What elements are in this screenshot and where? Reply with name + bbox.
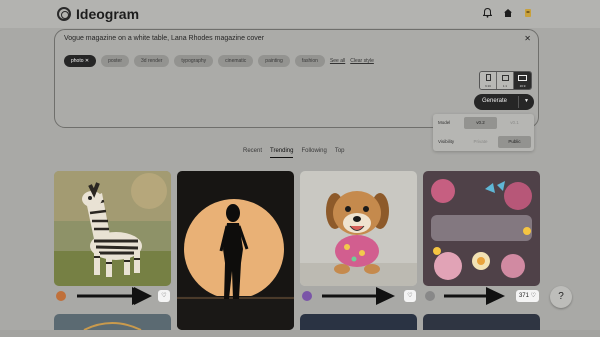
- tab-recent[interactable]: Recent: [243, 148, 262, 158]
- clear-style-link[interactable]: Clear style: [350, 55, 374, 67]
- visibility-public[interactable]: Public: [498, 136, 531, 148]
- tag-3d-render[interactable]: 3d render: [134, 55, 170, 67]
- chevron-down-icon[interactable]: ▼: [524, 98, 529, 104]
- corina-image: [423, 171, 540, 286]
- generation-settings-popup: Model v0.2 v0.1 Visibility Private Publi…: [433, 114, 534, 151]
- aspect-9-16-button[interactable]: 9:16: [480, 72, 497, 89]
- help-button[interactable]: ?: [550, 286, 572, 308]
- tab-top[interactable]: Top: [335, 148, 345, 158]
- aspect-ratio-selector: 9:16 1:1 16:9: [479, 71, 532, 90]
- clear-prompt-icon[interactable]: ✕: [524, 34, 531, 43]
- logo[interactable]: Ideogram: [57, 6, 139, 22]
- tab-trending[interactable]: Trending: [270, 148, 294, 158]
- visibility-private[interactable]: Private: [464, 136, 497, 148]
- tag-cinematic[interactable]: cinematic: [218, 55, 254, 67]
- model-option-v01[interactable]: v0.1: [498, 117, 531, 129]
- tag-typography[interactable]: typography: [174, 55, 214, 67]
- prompt-input[interactable]: Vogue magazine on a white table, Lana Rh…: [64, 35, 264, 42]
- aspect-16-9-button[interactable]: 16:9: [514, 72, 531, 89]
- feed-tabs: Recent Trending Following Top: [243, 148, 345, 158]
- zebra-image: [54, 171, 171, 286]
- tag-poster[interactable]: poster: [101, 55, 130, 67]
- bell-icon[interactable]: [482, 7, 493, 21]
- aspect-1-1-button[interactable]: 1:1: [497, 72, 514, 89]
- avatar[interactable]: [302, 291, 312, 301]
- model-option-v02[interactable]: v0.2: [464, 117, 497, 129]
- card-footer-corina: 371 ♡: [423, 288, 540, 304]
- style-tags: photo ✕ poster 3d render typography cine…: [64, 55, 374, 67]
- user-icon[interactable]: [524, 8, 532, 21]
- tab-following[interactable]: Following: [301, 148, 326, 158]
- tag-fashion[interactable]: fashion: [294, 55, 325, 67]
- generate-button[interactable]: Generate ▼: [474, 94, 534, 110]
- gallery-card-next[interactable]: [423, 314, 540, 330]
- heart-icon[interactable]: ♡: [158, 290, 170, 302]
- gallery-card-corina[interactable]: [423, 171, 540, 286]
- bottom-strip: [0, 330, 600, 337]
- silhouette-image: [177, 171, 294, 330]
- tag-photo[interactable]: photo ✕: [64, 55, 97, 67]
- visibility-label: Visibility: [438, 139, 455, 144]
- model-label: Model: [438, 120, 451, 125]
- card-footer-zebra: ♡: [54, 288, 171, 304]
- gallery-card-silhouette[interactable]: [177, 171, 294, 330]
- card-footer-puppy: ♡: [300, 288, 417, 304]
- heart-icon[interactable]: ♡: [404, 290, 416, 302]
- like-button[interactable]: 371 ♡: [516, 290, 539, 302]
- avatar[interactable]: [56, 291, 66, 301]
- gallery-card-puppy[interactable]: [300, 171, 417, 286]
- gallery-card-next[interactable]: [54, 314, 171, 331]
- logo-icon: [57, 7, 71, 21]
- gallery-card-zebra[interactable]: [54, 171, 171, 286]
- top-nav: Ideogram: [0, 0, 600, 28]
- gallery-card-next[interactable]: [300, 314, 417, 330]
- puppy-image: [300, 171, 417, 286]
- brand-name: Ideogram: [76, 6, 140, 22]
- see-all-link[interactable]: See all: [330, 55, 345, 67]
- home-icon[interactable]: [503, 8, 513, 21]
- avatar[interactable]: [425, 291, 435, 301]
- tag-painting[interactable]: painting: [258, 55, 290, 67]
